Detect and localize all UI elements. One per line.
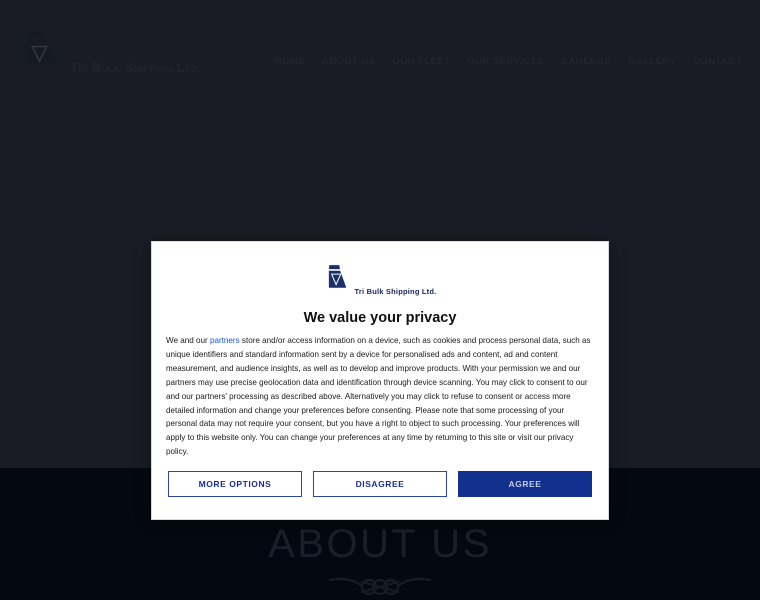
agree-button[interactable]: AGREE <box>458 471 592 497</box>
nav-item-about-us[interactable]: ABOUT US <box>322 34 375 67</box>
modal-brand-name: Tri Bulk Shipping Ltd. <box>354 287 437 296</box>
ship-funnel-logo-icon <box>324 262 350 297</box>
modal-brand-logo: Tri Bulk Shipping Ltd. <box>152 242 608 297</box>
main-navigation: HOME ABOUT US OUR FLEET OUR SERVICES CAR… <box>275 34 742 67</box>
page-title: ABOUT US <box>268 522 492 566</box>
nav-item-home[interactable]: HOME <box>275 34 305 67</box>
privacy-consent-modal: Tri Bulk Shipping Ltd. We value your pri… <box>151 241 609 520</box>
brand-name: Tri Bulk Shipping Ltd. <box>70 59 202 75</box>
modal-action-buttons: MORE OPTIONS DISAGREE AGREE <box>152 471 608 519</box>
modal-body-rest: store and/or access information on a dev… <box>166 336 591 457</box>
ship-funnel-logo-icon <box>18 25 64 76</box>
nav-item-careers[interactable]: CAREERS <box>561 34 611 67</box>
brand-logo-link[interactable]: Tri Bulk Shipping Ltd. <box>18 25 202 76</box>
modal-body-text: We and our partners store and/or access … <box>152 326 608 459</box>
site-header: Tri Bulk Shipping Ltd. HOME ABOUT US OUR… <box>0 0 760 100</box>
modal-title: We value your privacy <box>303 310 457 326</box>
nav-item-our-services[interactable]: OUR SERVICES <box>467 34 544 67</box>
partners-link[interactable]: partners <box>210 336 240 345</box>
rope-knot-divider-icon <box>328 574 432 600</box>
nav-item-our-fleet[interactable]: OUR FLEET <box>392 34 450 67</box>
nav-item-gallery[interactable]: GALLERY <box>628 34 676 67</box>
more-options-button[interactable]: MORE OPTIONS <box>168 471 302 497</box>
nav-item-contact[interactable]: CONTACT <box>693 34 742 67</box>
disagree-button[interactable]: DISAGREE <box>313 471 447 497</box>
modal-body-lead: We and our <box>166 336 210 345</box>
